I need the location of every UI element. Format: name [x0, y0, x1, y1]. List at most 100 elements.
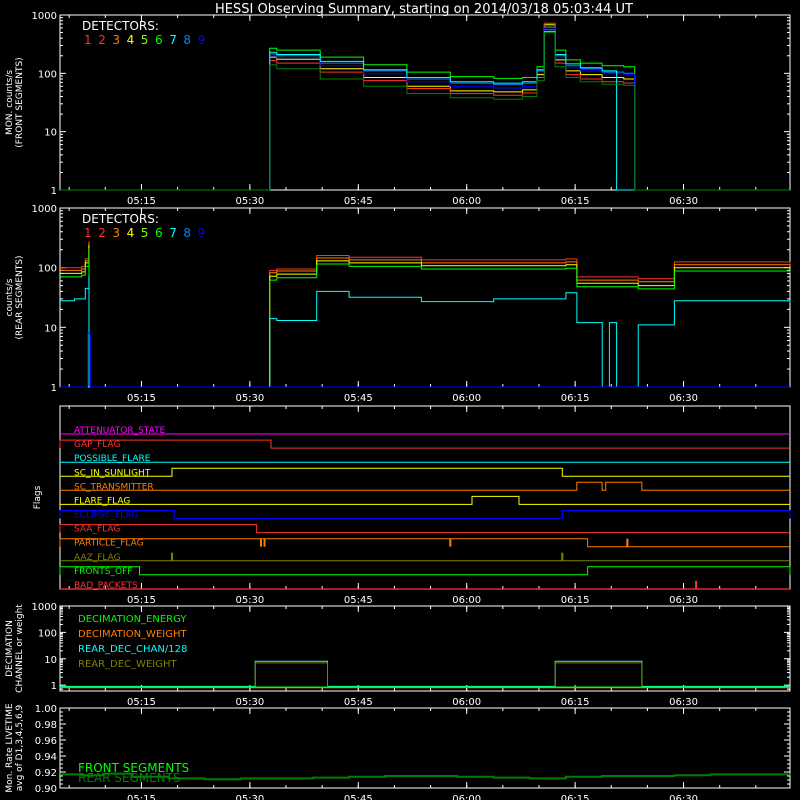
panel-flags: 05:15 05:30 05:45 06:00 06:15 06:30FlagsATTEN…: [33, 405, 791, 606]
x-tick-label: 05:15: [127, 196, 156, 207]
flag-label: FRONTS_OFF: [74, 567, 132, 577]
flag-trace: [59, 510, 791, 519]
flag-trace: [60, 481, 790, 491]
y-tick-label: 100: [38, 69, 57, 80]
y-tick-label: 0.94: [35, 752, 57, 763]
y-axis-label: avg of D1,3,4,5,6,9: [15, 704, 25, 791]
hessi-summary-figure: HESSI Observing Summary, starting on 201…: [5, 2, 791, 800]
y-tick-label: 0.98: [35, 720, 57, 731]
series-legend-label: REAR_DEC_CHAN/128: [78, 644, 187, 655]
x-tick-label: 05:30: [235, 393, 264, 404]
detector-number: 5: [141, 226, 149, 240]
flag-label: FLARE_FLAG: [74, 496, 130, 506]
x-tick-label: 06:15: [561, 196, 590, 207]
flag-label: GAP_FLAG: [74, 440, 120, 450]
detector-number: 4: [127, 226, 135, 240]
series-line: [60, 276, 791, 388]
series-line: [60, 31, 790, 191]
x-tick-label: 06:00: [452, 595, 481, 606]
y-axis-label: MON. counts/s: [5, 70, 15, 135]
detector-number: 4: [127, 33, 135, 47]
x-tick-label: 05:15: [127, 595, 156, 606]
flag-label: SAA_FLAG: [74, 525, 120, 535]
x-tick-label: 05:15: [127, 794, 156, 800]
series-line: [60, 241, 791, 388]
flag-trace: [59, 439, 790, 449]
y-tick-label: 10: [44, 323, 57, 334]
y-tick-label: 10: [44, 128, 57, 139]
x-tick-label: 05:30: [235, 196, 264, 207]
series-line: [60, 247, 791, 388]
x-tick-label: 06:15: [561, 697, 590, 708]
y-tick-label: 1: [51, 186, 57, 197]
detector-number: 9: [198, 33, 206, 47]
detector-number: 2: [98, 33, 106, 47]
panel-rear: 05:15 05:30 05:45 06:00 06:15 06:30 1 10 100 1000…: [5, 204, 791, 404]
detector-number: 8: [183, 33, 191, 47]
x-tick-label: 06:00: [452, 393, 481, 404]
y-axis-label: CHANNEL or weight: [15, 604, 25, 693]
detector-number: 9: [198, 226, 206, 240]
x-tick-label: 05:30: [235, 697, 264, 708]
y-tick-label: 100: [38, 264, 57, 275]
x-tick-label: 06:15: [561, 794, 590, 800]
flag-trace: [60, 467, 790, 477]
flag-trace: [59, 566, 791, 576]
x-tick-label: 05:45: [344, 393, 373, 404]
x-tick-label: 06:00: [452, 697, 481, 708]
x-tick-label: 05:30: [235, 794, 264, 800]
series-legend-label: DECIMATION_ENERGY: [78, 614, 187, 625]
detector-number: 3: [112, 33, 120, 47]
series-line: [60, 24, 790, 191]
x-tick-label: 06:30: [669, 595, 698, 606]
flag-trace: [59, 524, 790, 534]
series-legend-label: DECIMATION_WEIGHT: [78, 629, 187, 640]
x-tick-label: 05:15: [127, 393, 156, 404]
flag-label: SC_TRANSMITTER: [74, 482, 154, 492]
x-tick-label: 05:45: [344, 595, 373, 606]
y-axis-label: (FRONT SEGMENTS): [15, 57, 25, 147]
panel-decimation: 05:15 05:30 05:45 06:00 06:15 06:30 1 10 100 1000…: [5, 602, 791, 708]
detector-number: 6: [155, 33, 163, 47]
y-axis-label: Flags: [33, 485, 43, 509]
y-tick-label: 0.90: [35, 784, 57, 795]
x-tick-label: 06:00: [452, 196, 481, 207]
detector-number: 8: [183, 226, 191, 240]
x-tick-label: 05:45: [344, 697, 373, 708]
y-axis-label: DECIMATION: [5, 620, 15, 677]
x-tick-label: 06:30: [669, 794, 698, 800]
detector-number: 2: [98, 226, 106, 240]
detector-number: 7: [169, 33, 177, 47]
panel-frame: [59, 405, 791, 590]
y-tick-label: 10: [44, 655, 57, 666]
detector-number: 5: [141, 33, 149, 47]
detector-legend-label: DETECTORS:: [82, 19, 159, 33]
detector-number: 1: [84, 226, 92, 240]
x-tick-label: 06:30: [669, 697, 698, 708]
panels: 05:15 05:30 05:45 06:00 06:15 06:301101001000…: [5, 11, 791, 800]
flag-label: PARTICLE_FLAG: [74, 539, 144, 549]
x-tick-label: 06:15: [561, 595, 590, 606]
series-line: [60, 26, 790, 191]
flag-trace: [60, 495, 790, 505]
y-tick-label: 1000: [32, 602, 57, 613]
y-axis-label: (REAR SEGMENTS): [15, 255, 25, 339]
series-line: [60, 32, 790, 191]
detector-legend-label: DETECTORS:: [82, 212, 159, 226]
panel-front: 05:15 05:30 05:45 06:00 06:15 06:30 1 10 100 1000…: [5, 11, 791, 207]
y-tick-label: 1000: [32, 204, 57, 215]
series-line: [60, 27, 790, 191]
y-tick-label: 1000: [32, 11, 57, 22]
x-tick-label: 05:30: [235, 595, 264, 606]
flag-trace: [59, 538, 790, 548]
x-tick-label: 06:30: [669, 393, 698, 404]
series-legend-label: REAR_DEC_WEIGHT: [78, 659, 177, 670]
flag-label: BAD_PACKETS: [74, 581, 138, 591]
detector-number: 1: [84, 33, 92, 47]
x-tick-label: 05:45: [344, 196, 373, 207]
series-line: [60, 245, 791, 388]
panel-livetime: 05:15 05:30 05:45 06:00 06:15 06:30 0.90 0.92 0.…: [5, 703, 791, 800]
y-tick-label: 0.96: [35, 736, 57, 747]
y-axis-label: Mon. Rate LIVETIME: [5, 703, 15, 793]
y-tick-label: 1: [51, 681, 57, 692]
